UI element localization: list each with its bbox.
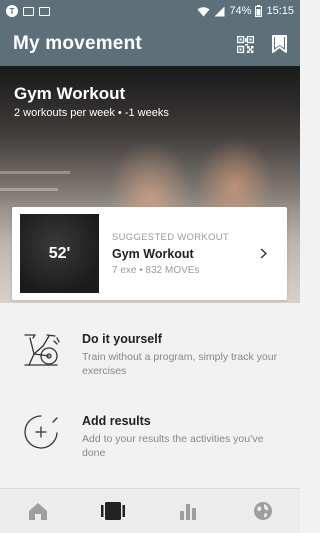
row-description: Train without a program, simply track yo… <box>82 351 278 378</box>
chevron-right-icon <box>260 248 267 259</box>
bottom-navigation <box>0 488 300 533</box>
add-circle-icon <box>24 415 58 449</box>
workout-icon <box>100 502 125 520</box>
nav-movement[interactable] <box>93 491 133 531</box>
workout-meta: 7 exe • 832 MOVEs <box>112 264 200 276</box>
workout-title: Gym Workout <box>112 246 194 261</box>
exercise-bike-icon <box>24 334 60 366</box>
status-left-icons: T <box>6 5 50 17</box>
suggested-workout-card[interactable]: 52' SUGGESTED WORKOUT Gym Workout 7 exe … <box>12 207 287 300</box>
battery-icon <box>255 5 263 17</box>
row-description: Add to your results the activities you’v… <box>82 433 264 460</box>
workout-thumbnail: 52' <box>20 214 99 293</box>
status-bar: T 74% 15:15 <box>0 0 300 22</box>
row-title: Do it yourself <box>82 332 162 346</box>
battery-percent: 74% <box>229 5 252 17</box>
row-title: Add results <box>82 414 151 428</box>
bookmark-icon[interactable] <box>272 35 287 53</box>
qr-code-icon[interactable] <box>237 35 254 53</box>
nav-stats[interactable] <box>168 491 208 531</box>
app-bar: My movement <box>0 22 300 66</box>
nav-world[interactable] <box>243 491 283 531</box>
clock: 15:15 <box>266 5 294 17</box>
page-title: My movement <box>13 33 142 54</box>
hero-title: Gym Workout <box>14 84 126 103</box>
bar-chart-icon <box>179 503 196 520</box>
status-right: 74% 15:15 <box>197 5 294 17</box>
signal-icon <box>214 6 225 16</box>
suggested-label: SUGGESTED WORKOUT <box>112 231 229 243</box>
calendar-icon <box>39 6 50 16</box>
image-icon <box>23 6 34 16</box>
globe-icon <box>253 502 272 520</box>
nav-home[interactable] <box>18 491 58 531</box>
hero-subtitle: 2 workouts per week • -1 weeks <box>14 107 169 119</box>
home-icon <box>28 502 47 520</box>
t-circle-icon: T <box>6 5 18 17</box>
wifi-icon <box>197 6 210 16</box>
list-item-add-results[interactable]: Add results Add to your results the acti… <box>0 414 300 460</box>
list-item-do-it-yourself[interactable]: Do it yourself Train without a program, … <box>0 332 300 378</box>
